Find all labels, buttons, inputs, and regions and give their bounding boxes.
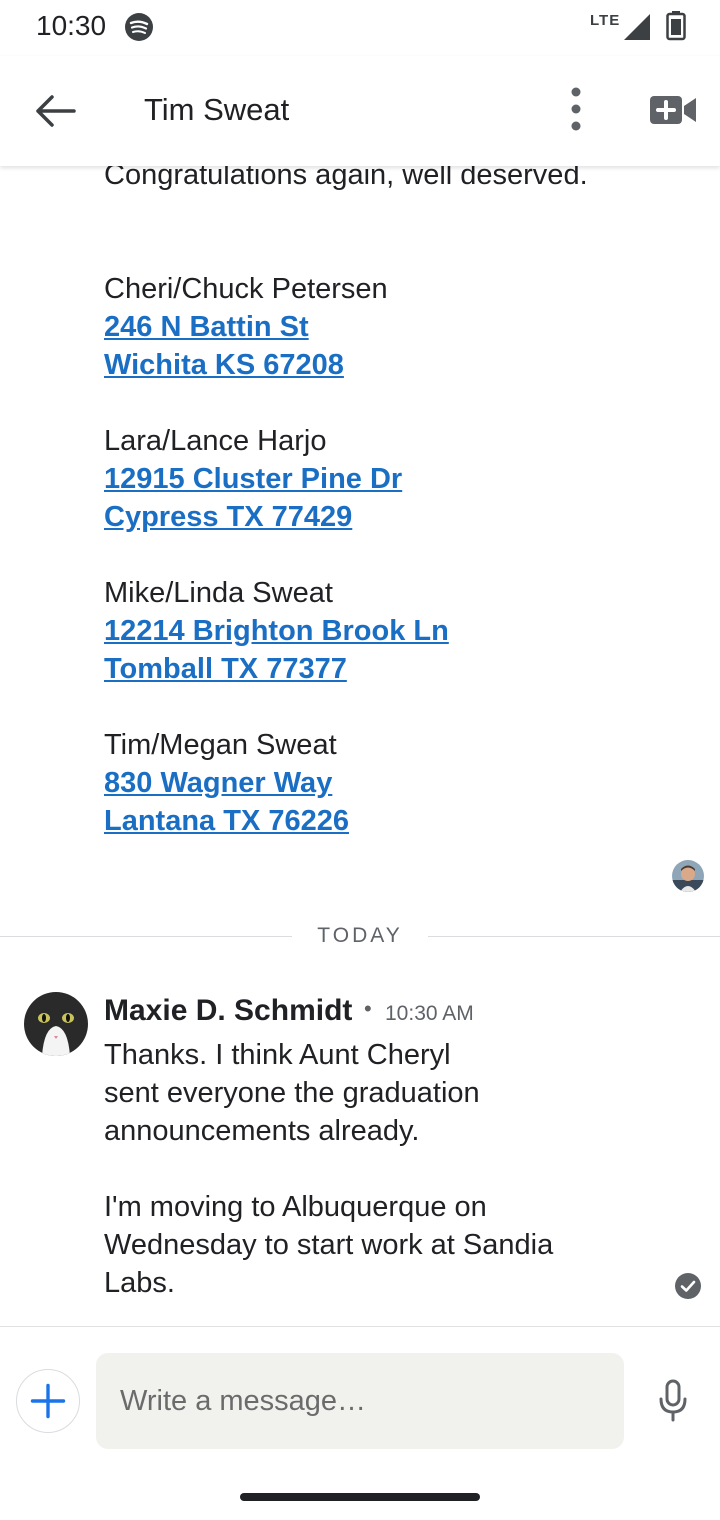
- message-thread[interactable]: Congratulations again, well deserved. Ch…: [0, 166, 720, 1326]
- app-bar: Tim Sweat: [0, 56, 720, 166]
- address-name: Mike/Linda Sweat: [104, 577, 333, 609]
- address-name: Cheri/Chuck Petersen: [104, 273, 388, 305]
- message-composer: [0, 1326, 720, 1520]
- separator-dot: •: [364, 996, 372, 1021]
- read-receipt-avatar: [672, 860, 704, 892]
- address-name: Lara/Lance Harjo: [104, 425, 327, 457]
- signal-icon: [624, 14, 650, 40]
- address-city-link[interactable]: Cypress TX 77429: [104, 498, 402, 536]
- video-call-icon[interactable]: [648, 90, 698, 130]
- address-entry: Mike/Linda Sweat 12214 Brighton Brook Ln…: [104, 574, 449, 688]
- sender-avatar[interactable]: [24, 992, 88, 1056]
- delivered-check-icon: [675, 1273, 701, 1299]
- message-timestamp: 10:30 AM: [385, 1002, 474, 1025]
- add-attachment-button[interactable]: [16, 1369, 80, 1433]
- address-entry: Tim/Megan Sweat 830 Wagner Way Lantana T…: [104, 726, 349, 840]
- address-street-link[interactable]: 12915 Cluster Pine Dr: [104, 460, 402, 498]
- address-city-link[interactable]: Tomball TX 77377: [104, 650, 449, 688]
- battery-icon: [666, 11, 686, 41]
- address-name: Tim/Megan Sweat: [104, 729, 337, 761]
- address-city-link[interactable]: Wichita KS 67208: [104, 346, 388, 384]
- day-divider-label: TODAY: [317, 924, 403, 947]
- gesture-nav-handle[interactable]: [240, 1493, 480, 1501]
- address-entry: Cheri/Chuck Petersen 246 N Battin St Wic…: [104, 270, 388, 384]
- address-street-link[interactable]: 12214 Brighton Brook Ln: [104, 612, 449, 650]
- status-bar: 10:30 LTE: [0, 0, 720, 56]
- message-text: Congratulations again, well deserved.: [104, 166, 588, 191]
- message-input[interactable]: [96, 1353, 624, 1449]
- address-entry: Lara/Lance Harjo 12915 Cluster Pine Dr C…: [104, 422, 402, 536]
- conversation-title: Tim Sweat: [144, 92, 290, 127]
- status-time: 10:30: [36, 10, 107, 41]
- message-text: Thanks. I think Aunt Cheryl sent everyon…: [104, 1039, 554, 1299]
- microphone-icon[interactable]: [656, 1379, 690, 1423]
- network-type: LTE: [590, 12, 621, 29]
- spotify-icon: [125, 13, 153, 41]
- address-street-link[interactable]: 246 N Battin St: [104, 308, 388, 346]
- more-vert-icon[interactable]: [556, 84, 596, 134]
- address-street-link[interactable]: 830 Wagner Way: [104, 764, 349, 802]
- address-city-link[interactable]: Lantana TX 76226: [104, 802, 349, 840]
- back-arrow-icon[interactable]: [30, 86, 80, 136]
- sender-name: Maxie D. Schmidt: [104, 994, 353, 1027]
